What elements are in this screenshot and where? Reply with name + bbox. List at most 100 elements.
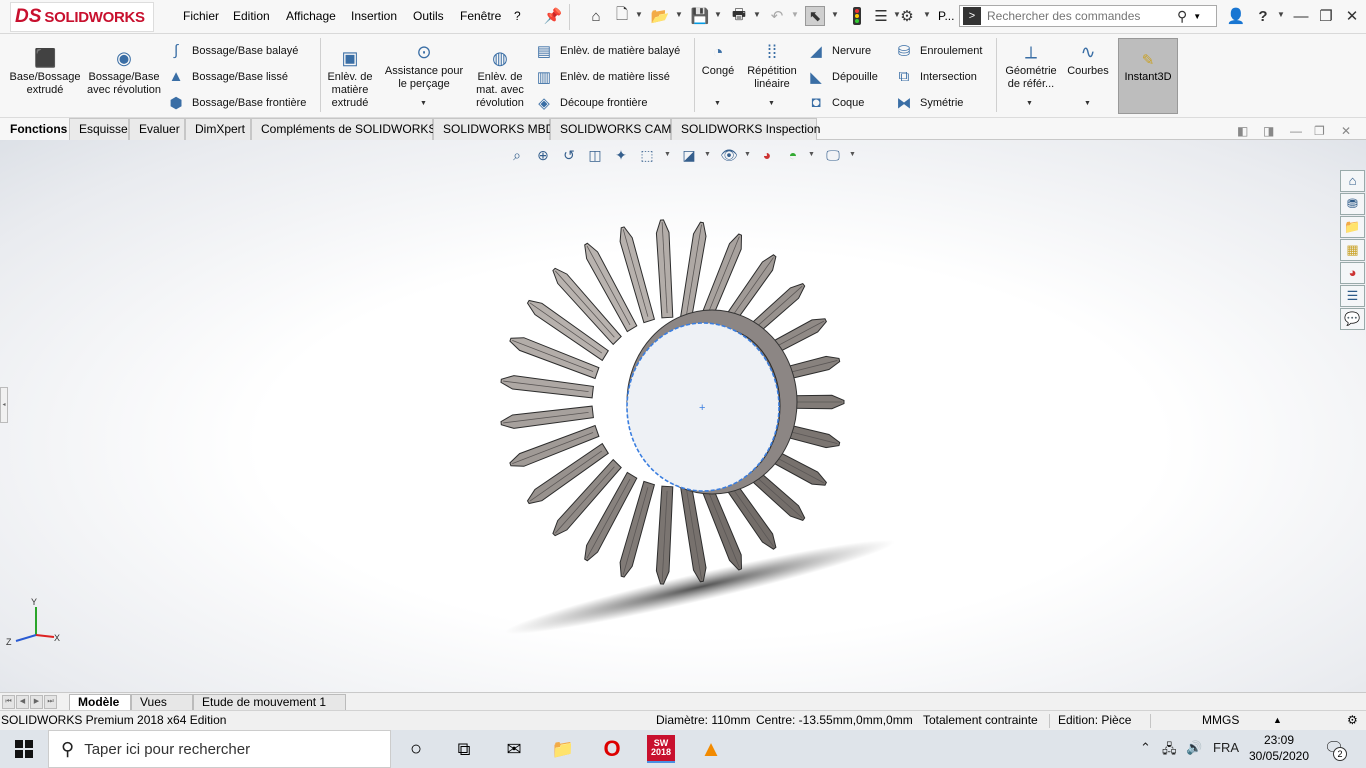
menu-help[interactable]: ? xyxy=(514,9,521,23)
zoom-to-area-icon[interactable]: ⊕ xyxy=(534,146,552,164)
new-document-icon[interactable]: 🗋 xyxy=(612,6,632,26)
chevron-down-icon[interactable]: ▼ xyxy=(1026,100,1033,107)
sweep-button[interactable]: ∫ Bossage/Base balayé xyxy=(166,42,298,59)
tab-esquisse[interactable]: Esquisse xyxy=(69,118,129,140)
mirror-button[interactable]: ⧓ Symétrie xyxy=(894,94,964,112)
view-palette-icon[interactable]: ▦ xyxy=(1340,239,1365,261)
dynamic-annotation-icon[interactable]: ✦ xyxy=(612,146,630,164)
traffic-light-icon[interactable] xyxy=(847,6,867,26)
chevron-down-icon[interactable]: ▼ xyxy=(791,10,799,19)
file-properties-icon[interactable]: ☰ xyxy=(871,6,891,26)
chevron-down-icon[interactable]: ▼ xyxy=(1193,12,1201,21)
linear-pattern-button[interactable]: ⁞⁞ Répétition linéaire xyxy=(742,42,802,91)
user-icon[interactable]: 👤 xyxy=(1226,6,1246,26)
tab-inspection[interactable]: SOLIDWORKS Inspection xyxy=(671,118,820,140)
show-hidden-icons-icon[interactable]: ⌃ xyxy=(1140,740,1151,756)
vlc-icon[interactable]: ▲ xyxy=(697,735,725,763)
curves-button[interactable]: ∿ Courbes xyxy=(1064,42,1112,78)
apply-scene-icon[interactable]: ◓ xyxy=(784,146,802,164)
bevel-gear-model[interactable]: + xyxy=(0,140,1366,692)
undo-icon[interactable]: ↶ xyxy=(767,6,787,26)
hide-show-items-icon[interactable]: 👁 xyxy=(720,146,738,164)
appearances-scenes-icon[interactable]: ◕ xyxy=(1340,262,1365,284)
help-icon[interactable]: ? xyxy=(1253,6,1273,26)
draft-button[interactable]: ◣ Dépouille xyxy=(806,68,878,86)
windows-start-icon[interactable] xyxy=(10,735,38,763)
chevron-down-icon[interactable]: ▼ xyxy=(831,10,839,19)
edit-appearance-icon[interactable]: ◕ xyxy=(758,146,776,164)
tile-left-icon[interactable]: ◧ xyxy=(1237,124,1248,138)
last-tab-icon[interactable]: ⏭ xyxy=(44,695,57,709)
tab-modele[interactable]: Modèle xyxy=(69,694,131,711)
loft-button[interactable]: ▲ Bossage/Base lissé xyxy=(166,68,288,85)
doc-minimize-icon[interactable]: — xyxy=(1290,124,1302,138)
shell-button[interactable]: ◘ Coque xyxy=(806,94,864,111)
doc-close-icon[interactable]: ✕ xyxy=(1341,124,1351,138)
cut-revolve-button[interactable]: ◍ Enlèv. de mat. avec révolution xyxy=(470,48,530,110)
zoom-to-fit-icon[interactable]: ⌕ xyxy=(508,146,526,164)
revolve-button[interactable]: ◉ Bossage/Base avec révolution xyxy=(86,48,162,97)
rib-button[interactable]: ◢ Nervure xyxy=(806,42,871,60)
tab-complements[interactable]: Compléments de SOLIDWORKS xyxy=(251,118,436,140)
chevron-down-icon[interactable]: ▼ xyxy=(923,10,931,19)
menu-insertion[interactable]: Insertion xyxy=(351,9,397,23)
file-explorer-icon[interactable]: 📁 xyxy=(1340,216,1365,238)
menu-affichage[interactable]: Affichage xyxy=(286,9,336,23)
view-orientation-icon[interactable]: ⬚ xyxy=(638,146,656,164)
select-pointer-icon[interactable]: ⬉ xyxy=(805,6,825,26)
chevron-down-icon[interactable]: ▼ xyxy=(635,10,643,19)
fillet-button[interactable]: ◔ Congé xyxy=(698,42,738,78)
chevron-down-icon[interactable]: ▼ xyxy=(753,10,761,19)
wrap-button[interactable]: ⛁ Enroulement xyxy=(894,42,983,60)
customize-status-icon[interactable]: ⚙ xyxy=(1347,713,1358,727)
open-icon[interactable]: 📂 xyxy=(650,6,670,26)
more-commands[interactable]: P... xyxy=(938,9,954,23)
next-tab-icon[interactable]: ▶ xyxy=(30,695,43,709)
instant3d-button[interactable]: ✎ Instant3D xyxy=(1118,38,1178,114)
chevron-down-icon[interactable]: ▼ xyxy=(714,10,722,19)
hole-wizard-button[interactable]: ⊙ Assistance pour le perçage xyxy=(380,42,468,91)
close-icon[interactable]: ✕ xyxy=(1342,6,1362,26)
chevron-down-icon[interactable]: ▼ xyxy=(808,151,815,158)
lofted-cut-button[interactable]: ▥ Enlèv. de matière lissé xyxy=(534,68,670,86)
chevron-down-icon[interactable]: ▼ xyxy=(849,151,856,158)
command-search[interactable]: > ⚲ ▼ xyxy=(959,5,1217,27)
tile-right-icon[interactable]: ◨ xyxy=(1263,124,1274,138)
chevron-down-icon[interactable]: ▼ xyxy=(1277,10,1285,19)
tab-motion-study[interactable]: Etude de mouvement 1 xyxy=(193,694,346,711)
menu-outils[interactable]: Outils xyxy=(413,9,444,23)
view-settings-icon[interactable]: 🖵 xyxy=(824,146,842,164)
taskbar-search[interactable]: ⚲ Taper ici pour rechercher xyxy=(48,730,391,768)
chevron-down-icon[interactable]: ▼ xyxy=(704,151,711,158)
chevron-down-icon[interactable]: ▼ xyxy=(675,10,683,19)
menu-edition[interactable]: Edition xyxy=(233,9,270,23)
chevron-down-icon[interactable]: ▼ xyxy=(1084,100,1091,107)
menu-fenetre[interactable]: Fenêtre xyxy=(460,9,501,23)
reference-geometry-button[interactable]: ⟂ Géométrie de référ... xyxy=(1000,42,1062,91)
chevron-down-icon[interactable]: ▼ xyxy=(714,100,721,107)
network-icon[interactable]: 🖧 xyxy=(1162,740,1177,762)
pin-icon[interactable]: 📌 xyxy=(543,6,563,26)
chevron-down-icon[interactable]: ▼ xyxy=(664,151,671,158)
home-icon[interactable]: ⌂ xyxy=(586,6,606,26)
save-icon[interactable]: 💾 xyxy=(690,6,710,26)
boundary-cut-button[interactable]: ◈ Découpe frontière xyxy=(534,94,647,112)
solidworks-resources-icon[interactable]: ⌂ xyxy=(1340,170,1365,192)
minimize-icon[interactable]: — xyxy=(1291,6,1311,26)
chevron-down-icon[interactable]: ▼ xyxy=(744,151,751,158)
doc-restore-icon[interactable]: ❐ xyxy=(1314,124,1325,138)
tab-vues-3d[interactable]: Vues 3D xyxy=(131,694,193,724)
chevron-down-icon[interactable]: ▼ xyxy=(768,100,775,107)
file-explorer-taskbar-icon[interactable]: 📁 xyxy=(549,735,577,763)
cut-extrude-button[interactable]: ▣ Enlèv. de matière extrudé xyxy=(324,48,376,110)
previous-view-icon[interactable]: ↺ xyxy=(560,146,578,164)
opera-icon[interactable]: O xyxy=(598,735,626,763)
tab-fonctions[interactable]: Fonctions xyxy=(0,118,69,140)
intersect-button[interactable]: ⧉ Intersection xyxy=(894,68,977,85)
swept-cut-button[interactable]: ▤ Enlèv. de matière balayé xyxy=(534,42,680,60)
cortana-icon[interactable]: ○ xyxy=(402,735,430,763)
task-view-icon[interactable]: ⧉ xyxy=(450,735,478,763)
forum-icon[interactable]: 💬 xyxy=(1340,308,1365,330)
tab-cam[interactable]: SOLIDWORKS CAM xyxy=(550,118,671,140)
tab-mbd[interactable]: SOLIDWORKS MBD xyxy=(433,118,554,140)
